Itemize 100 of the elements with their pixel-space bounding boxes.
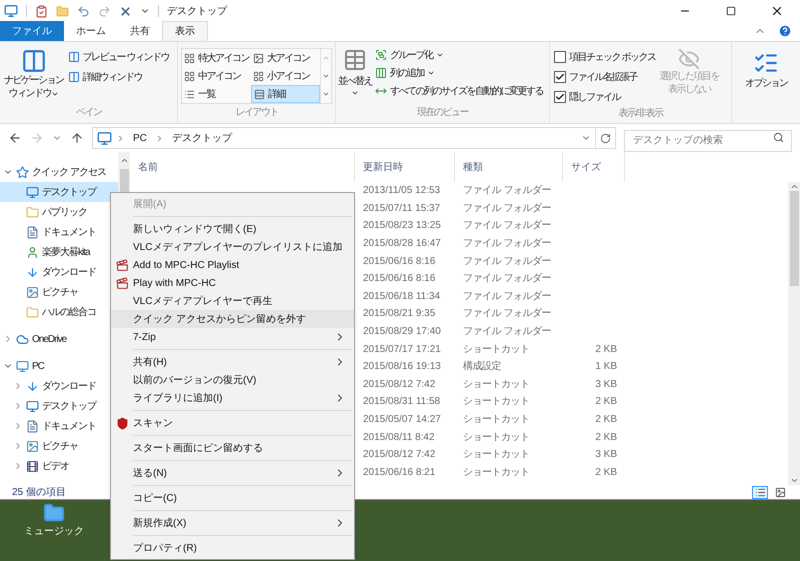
scroll-up-icon[interactable] bbox=[120, 156, 128, 165]
date-cell: 2015/08/12 7:42 bbox=[363, 449, 436, 460]
search-field[interactable]: デスクトップの検索 bbox=[624, 130, 792, 152]
clipboard-icon[interactable] bbox=[35, 4, 48, 18]
menu-item[interactable]: プロパティ(R) bbox=[111, 539, 354, 557]
folder-icon bbox=[26, 206, 39, 218]
maximize-icon bbox=[726, 6, 736, 16]
group-icon bbox=[375, 49, 387, 61]
type-cell: ショートカット bbox=[463, 414, 530, 426]
clapperboard-icon bbox=[116, 276, 128, 290]
size-cell: 1 KB bbox=[595, 361, 617, 372]
scrollbar[interactable] bbox=[788, 182, 800, 485]
type-cell: ショートカット bbox=[463, 449, 530, 460]
list-icon bbox=[184, 88, 195, 100]
group-title: 表示/非表示 bbox=[618, 106, 664, 121]
scrollbar-thumb[interactable] bbox=[790, 191, 798, 286]
monitor-icon bbox=[26, 400, 39, 412]
grid-icon bbox=[184, 52, 195, 64]
view-button[interactable]: グループ化 bbox=[375, 46, 543, 64]
type-cell: ファイル フォルダー bbox=[463, 185, 551, 196]
search-icon bbox=[773, 132, 784, 143]
navigation-label: デスクトップ bbox=[42, 186, 96, 200]
star-icon bbox=[16, 166, 29, 178]
ribbon-tab[interactable]: 表示 bbox=[162, 21, 208, 41]
menu-item[interactable]: 新規作成(X) bbox=[111, 514, 354, 532]
computer-icon bbox=[16, 360, 29, 372]
layout-option[interactable]: 小アイコン bbox=[251, 67, 320, 85]
column-header[interactable]: 種類 bbox=[455, 152, 563, 182]
scroll-up-icon[interactable] bbox=[790, 182, 798, 191]
navigation-label: クイック アクセス bbox=[32, 166, 106, 180]
window-title: デスクトップ bbox=[167, 4, 227, 18]
checkbox-label: 隠しファイル bbox=[569, 90, 620, 104]
pane-layout-icon bbox=[20, 48, 47, 74]
navigation-label: ビデオ bbox=[42, 460, 69, 474]
checkbox[interactable] bbox=[554, 91, 566, 103]
view-button[interactable]: 列の追加 bbox=[375, 64, 543, 82]
date-cell: 2015/07/17 17:21 bbox=[363, 344, 441, 355]
undo-icon[interactable] bbox=[77, 4, 90, 18]
pane-button[interactable]: 詳細ウィンドウ bbox=[68, 68, 169, 86]
navigation-label: PC bbox=[32, 360, 44, 374]
gallery-more-icon[interactable] bbox=[322, 90, 330, 98]
navigation-pane-button[interactable]: ナビゲーション ウィンドウ bbox=[4, 48, 64, 100]
pane-button[interactable]: プレビュー ウィンドウ bbox=[68, 48, 169, 66]
download-icon bbox=[26, 380, 39, 392]
navigation-item[interactable]: デスクトップ bbox=[0, 182, 118, 202]
type-cell: ショートカット bbox=[463, 432, 530, 443]
menu-item[interactable]: コピー(C) bbox=[111, 489, 354, 507]
date-cell: 2015/08/21 9:35 bbox=[363, 308, 436, 320]
film-icon bbox=[26, 460, 39, 472]
view-button[interactable]: すべての列のサイズを自動的に変更する bbox=[375, 82, 543, 100]
date-cell: 2015/08/23 13:25 bbox=[363, 220, 441, 232]
column-header[interactable]: サイズ bbox=[563, 152, 625, 182]
cloud-icon bbox=[16, 332, 29, 346]
navigation-label: ダウンロード bbox=[42, 380, 96, 394]
desktop-shortcut[interactable]: ミュージック bbox=[20, 502, 88, 561]
delete-icon[interactable] bbox=[119, 4, 132, 18]
layout-option[interactable]: 一覧 bbox=[182, 85, 251, 103]
gallery-down-icon[interactable] bbox=[322, 72, 330, 80]
pane-layout-icon bbox=[68, 71, 80, 83]
type-cell: ファイル フォルダー bbox=[463, 238, 551, 250]
type-cell: ファイル フォルダー bbox=[463, 256, 551, 267]
clapperboard-icon bbox=[116, 258, 128, 272]
address-field[interactable]: PC デスクトップ bbox=[92, 127, 616, 149]
help-icon[interactable] bbox=[778, 24, 792, 38]
date-cell: 2015/06/16 8:16 bbox=[363, 256, 436, 267]
ribbon-tab[interactable]: ホーム bbox=[64, 21, 118, 41]
layout-option[interactable]: 中アイコン bbox=[182, 67, 251, 85]
layout-option[interactable]: 特大アイコン bbox=[182, 49, 251, 67]
up-icon[interactable] bbox=[70, 131, 84, 145]
document-icon bbox=[26, 226, 39, 238]
back-icon[interactable] bbox=[8, 131, 22, 145]
group-title: 現在のビュー bbox=[416, 106, 470, 120]
column-header[interactable]: 名前 bbox=[130, 152, 355, 182]
size-cell: 2 KB bbox=[595, 414, 617, 426]
breadcrumb-separator-icon bbox=[116, 134, 125, 142]
navigation-label: ピクチャ bbox=[42, 440, 78, 454]
scroll-down-icon[interactable] bbox=[790, 476, 798, 485]
navigation-label: ダウンロード bbox=[42, 266, 96, 280]
pane-layout-icon bbox=[68, 51, 80, 63]
navigation-label: ドキュメント bbox=[42, 420, 96, 434]
checkbox[interactable] bbox=[554, 51, 566, 63]
window-app-icon bbox=[4, 4, 18, 18]
ribbon-tab[interactable]: 共有 bbox=[118, 21, 162, 41]
options-button[interactable]: オプション bbox=[744, 50, 788, 96]
navigation-label: OneDrive bbox=[32, 332, 66, 346]
menu-item[interactable]: クイック アクセスからピン留めを外す bbox=[111, 310, 354, 328]
ribbon-tab[interactable]: ファイル bbox=[0, 21, 64, 41]
details-view-button[interactable] bbox=[752, 486, 768, 498]
checkbox[interactable] bbox=[554, 71, 566, 83]
sort-button[interactable]: 並べ替え bbox=[338, 46, 372, 100]
column-header[interactable]: 更新日時 bbox=[355, 152, 455, 182]
checkbox-label: 項目チェック ボックス bbox=[569, 50, 656, 64]
navigation-label: パブリック bbox=[42, 206, 87, 220]
layout-option[interactable]: 大アイコン bbox=[251, 49, 320, 67]
layout-option[interactable]: 詳細 bbox=[251, 85, 320, 103]
folder-icon bbox=[43, 502, 65, 524]
navigation-label: ピクチャ bbox=[42, 286, 78, 300]
navigation-item[interactable]: クイック アクセス bbox=[0, 162, 118, 182]
date-cell: 2015/05/07 14:27 bbox=[363, 414, 441, 426]
shield-icon bbox=[116, 416, 128, 430]
